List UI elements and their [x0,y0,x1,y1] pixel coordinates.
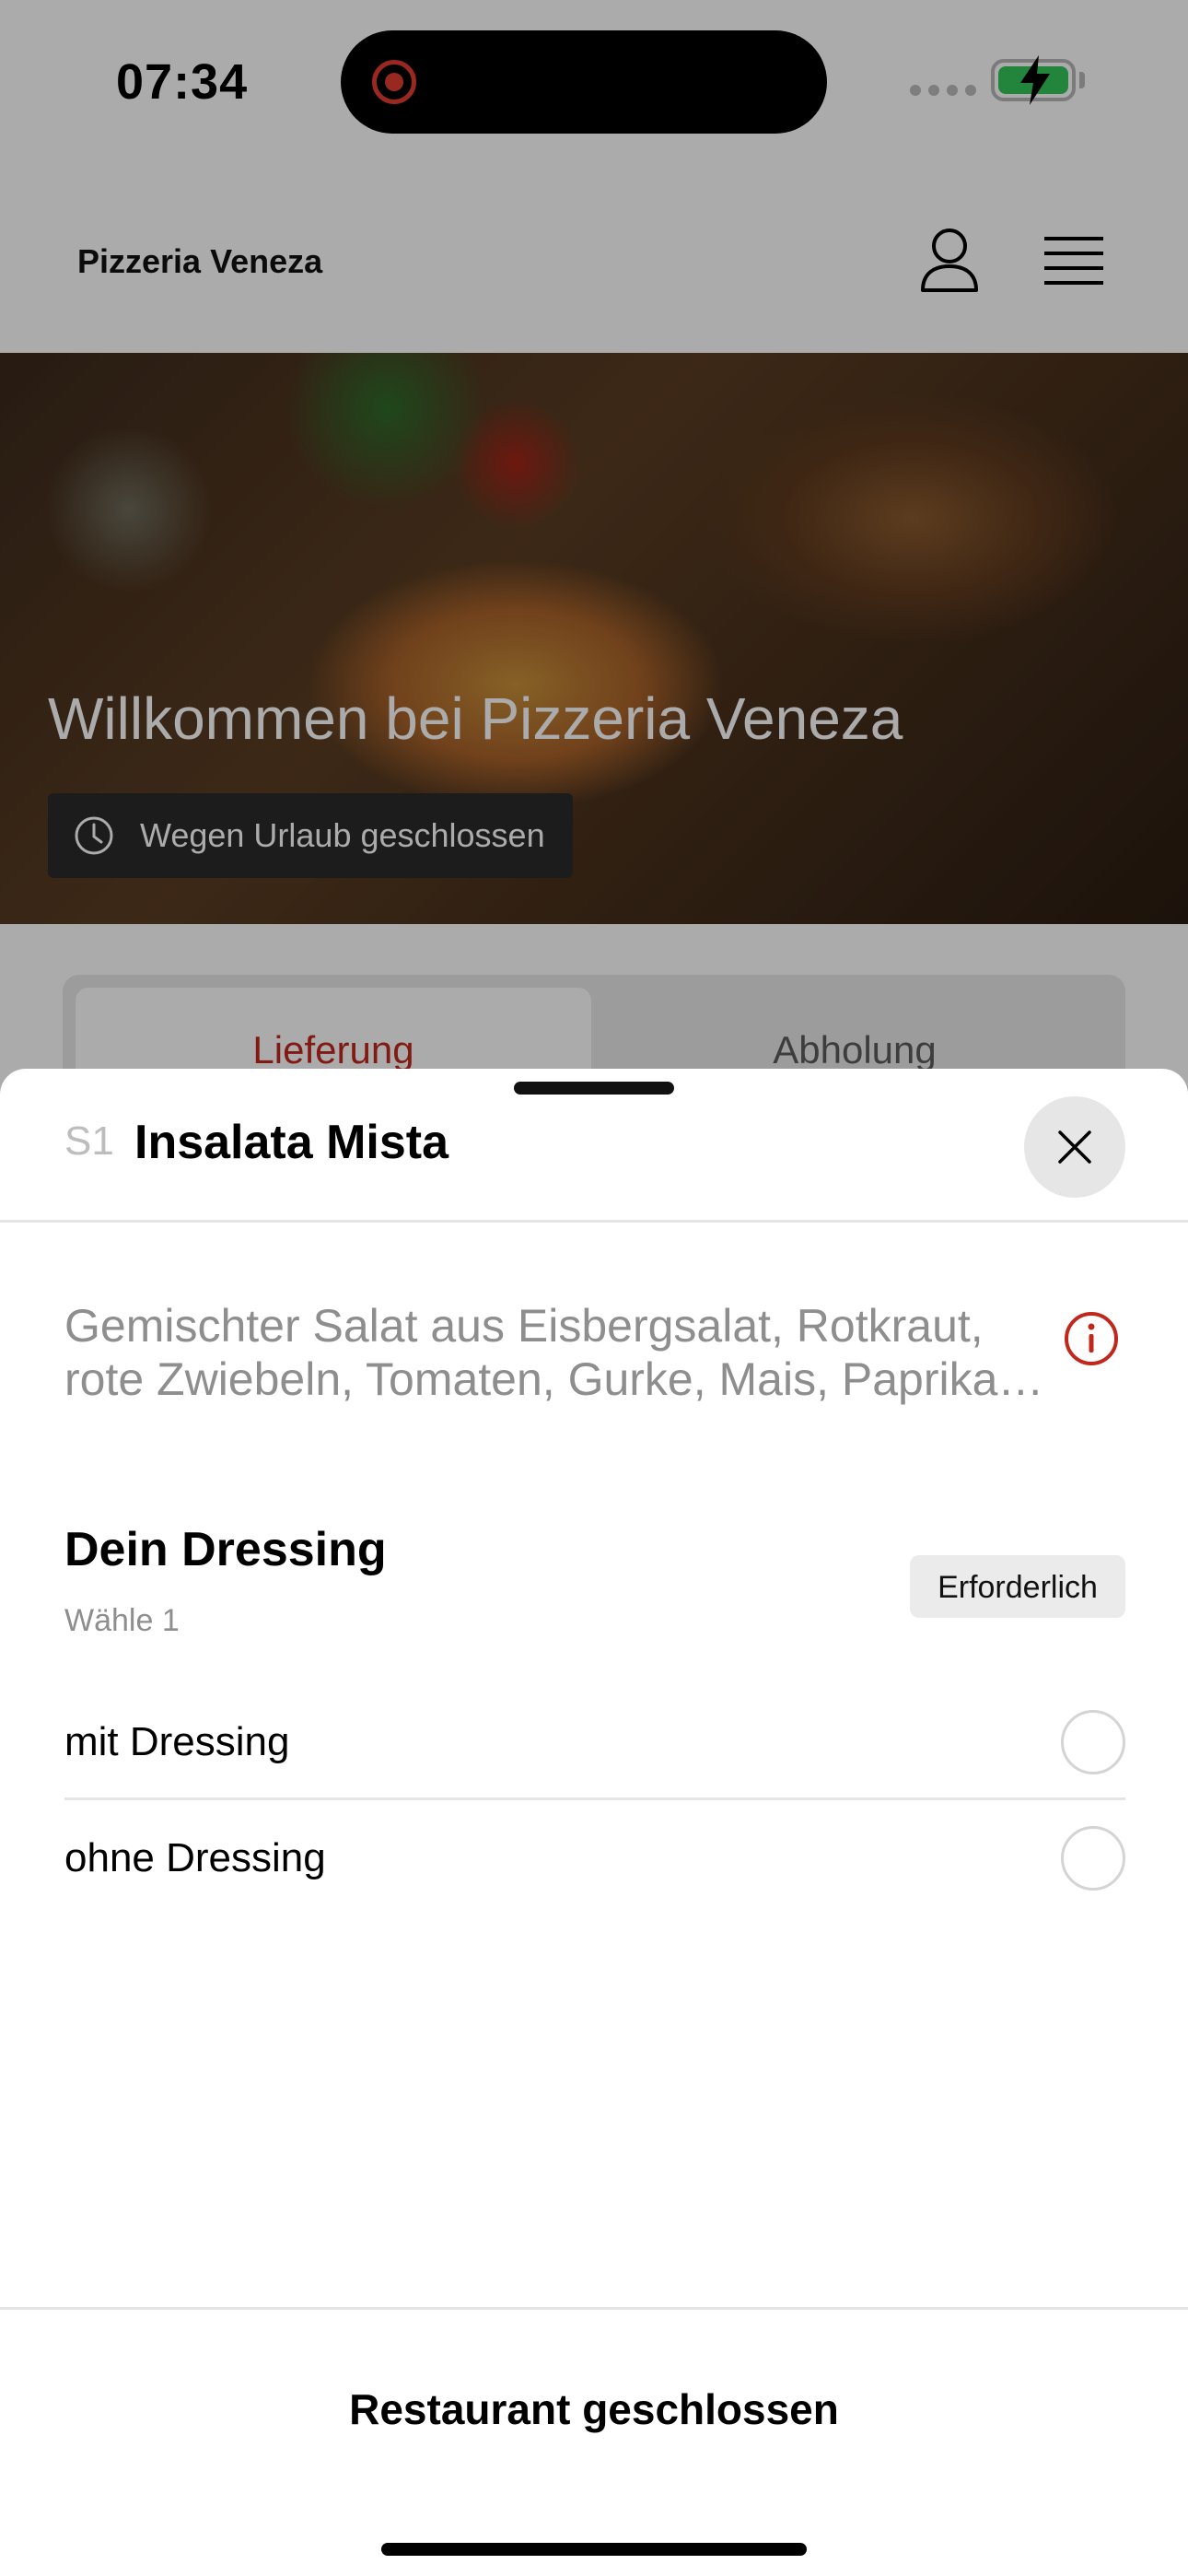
dressing-option-without[interactable]: ohne Dressing [64,1800,1125,1916]
radio-button[interactable] [1061,1710,1125,1774]
item-description: Gemischter Salat aus Eisbergsalat, Rotkr… [64,1299,1068,1406]
home-indicator [381,2543,807,2556]
sheet-grabber-handle[interactable] [514,1082,674,1095]
close-button[interactable] [1024,1096,1125,1198]
dressing-option-with[interactable]: mit Dressing [64,1684,1125,1800]
item-title: Insalata Mista [134,1116,449,1169]
item-code: S1 [64,1118,114,1164]
restaurant-closed-button[interactable]: Restaurant geschlossen [0,2384,1188,2434]
required-badge: Erforderlich [910,1555,1125,1618]
item-description-line-2: rote Zwiebeln, Tomaten, Gurke, Mais, Pap… [64,1353,1044,1405]
item-description-line-1: Gemischter Salat aus Eisbergsalat, Rotkr… [64,1300,984,1352]
close-icon [1058,1130,1091,1164]
option-group-title: Dein Dressing [64,1523,387,1576]
divider [0,1220,1188,1223]
item-detail-sheet: S1 Insalata Mista Gemischter Salat aus E… [0,1069,1188,2576]
option-label: ohne Dressing [64,1835,326,1880]
footer-divider [0,2307,1188,2310]
info-icon[interactable] [1063,1310,1120,1367]
option-label: mit Dressing [64,1719,290,1764]
option-group-subtitle: Wähle 1 [64,1603,180,1638]
radio-button[interactable] [1061,1826,1125,1891]
